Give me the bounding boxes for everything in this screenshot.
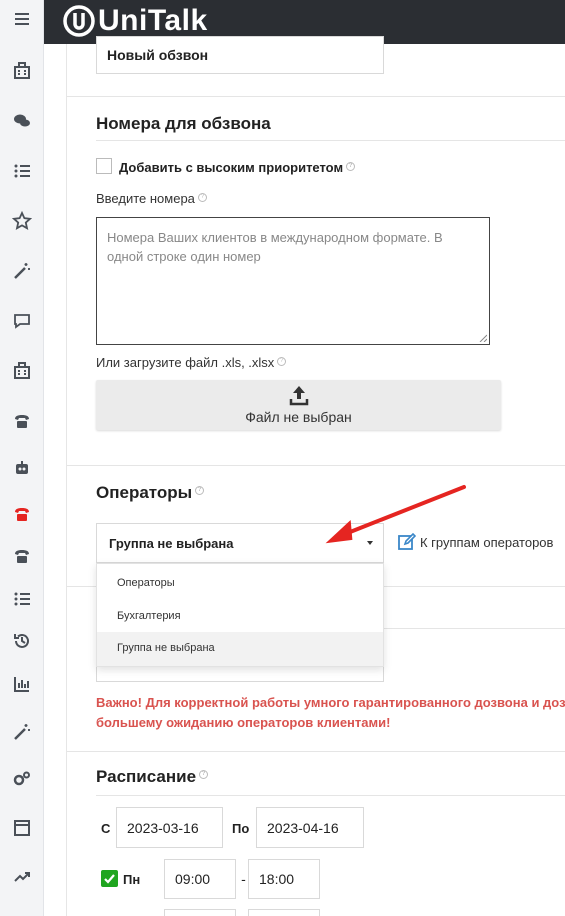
to-label: По — [232, 821, 250, 836]
day-label: Пн — [123, 872, 141, 887]
priority-checkbox[interactable] — [96, 158, 112, 174]
day-checkbox[interactable] — [101, 870, 118, 887]
enter-numbers-label: Введите номера — [96, 191, 195, 206]
numbers-textarea-placeholder: Номера Ваших клиентов в международном фо… — [107, 230, 443, 264]
divider — [96, 140, 565, 141]
hamburger-menu-icon[interactable] — [0, 1, 44, 37]
comment-icon[interactable] — [0, 303, 44, 339]
logo[interactable]: UniTalk — [62, 4, 208, 38]
star-icon[interactable] — [0, 203, 44, 239]
operators-section-title-wrap: Операторы? — [96, 483, 205, 503]
enter-numbers-label-wrap: Введите номера? — [96, 191, 207, 206]
groups-link[interactable]: К группам операторов — [398, 533, 553, 551]
divider — [96, 795, 565, 796]
chat-bubbles-icon[interactable] — [0, 103, 44, 139]
warning-line-1: Важно! Для корректной работы умного гара… — [96, 695, 565, 710]
dropdown-option-selected[interactable]: Группа не выбрана — [97, 632, 383, 666]
building-icon[interactable] — [0, 353, 44, 389]
list-icon[interactable] — [0, 581, 44, 617]
campaign-form: Новый обзвон Номера для обзвона Добавить… — [66, 36, 565, 916]
date-from-input[interactable]: 2023-03-16 — [116, 807, 223, 848]
from-label: С — [101, 821, 111, 836]
trend-up-icon[interactable] — [0, 858, 44, 894]
help-icon[interactable]: ? — [199, 770, 209, 780]
logo-mark-icon — [63, 5, 95, 37]
magic-wand-icon[interactable] — [0, 714, 44, 750]
operator-group-select[interactable]: Группа не выбрана — [96, 523, 384, 563]
list-icon[interactable] — [0, 153, 44, 189]
campaign-name-input[interactable]: Новый обзвон — [96, 36, 384, 74]
help-icon[interactable]: ? — [346, 161, 356, 171]
start-time-input[interactable]: 09:00 — [164, 859, 236, 899]
chevron-down-icon — [367, 541, 373, 545]
checkmark-icon — [104, 874, 115, 884]
numbers-textarea[interactable]: Номера Ваших клиентов в международном фо… — [96, 217, 490, 345]
edit-icon — [398, 533, 416, 550]
priority-label-wrap: Добавить с высоким приоритетом? — [119, 160, 356, 175]
resize-handle-icon[interactable] — [479, 334, 487, 342]
logo-text: UniTalk — [98, 4, 208, 37]
end-time-input[interactable] — [248, 909, 320, 916]
groups-link-label: К группам операторов — [420, 534, 554, 550]
divider — [67, 751, 565, 752]
warning-line-2: большему ожиданию операторов клиентами! — [96, 715, 391, 730]
help-icon[interactable]: ? — [195, 486, 205, 496]
robot-icon[interactable] — [0, 450, 44, 486]
building-icon[interactable] — [0, 53, 44, 89]
file-status: Файл не выбран — [245, 409, 352, 425]
divider — [67, 465, 565, 466]
window-icon[interactable] — [0, 810, 44, 846]
upload-label-wrap: Или загрузите файл .xls, .xlsx? — [96, 355, 287, 370]
dropdown-option[interactable]: Операторы — [97, 564, 383, 598]
end-time-input[interactable]: 18:00 — [248, 859, 320, 899]
divider — [67, 96, 565, 97]
phone-icon[interactable] — [0, 403, 44, 439]
phone-red-icon[interactable] — [0, 496, 44, 532]
start-time-input[interactable] — [164, 909, 236, 916]
numbers-section-title: Номера для обзвона — [96, 114, 271, 133]
schedule-section-title-wrap: Расписание? — [96, 767, 209, 787]
time-dash: - — [241, 871, 246, 887]
warning-text: Важно! Для корректной работы умного гара… — [96, 693, 565, 733]
help-icon[interactable]: ? — [277, 356, 287, 366]
file-upload-button[interactable]: Файл не выбран — [96, 380, 501, 430]
operators-section-title: Операторы — [96, 483, 193, 502]
operator-group-selected: Группа не выбрана — [109, 535, 234, 551]
schedule-section-title: Расписание — [96, 767, 197, 786]
operator-group-dropdown: Операторы Бухгалтерия Группа не выбрана — [96, 563, 384, 667]
magic-wand-icon[interactable] — [0, 253, 44, 289]
sidebar — [0, 0, 44, 916]
history-icon[interactable] — [0, 623, 44, 659]
upload-icon — [289, 386, 309, 406]
dropdown-option[interactable]: Бухгалтерия — [97, 598, 383, 632]
bar-chart-icon[interactable] — [0, 666, 44, 702]
priority-label: Добавить с высоким приоритетом — [119, 160, 344, 175]
date-to-input[interactable]: 2023-04-16 — [256, 807, 364, 848]
upload-label: Или загрузите файл .xls, .xlsx — [96, 355, 275, 370]
gears-icon[interactable] — [0, 761, 44, 797]
phone-icon[interactable] — [0, 538, 44, 574]
help-icon[interactable]: ? — [197, 192, 207, 202]
